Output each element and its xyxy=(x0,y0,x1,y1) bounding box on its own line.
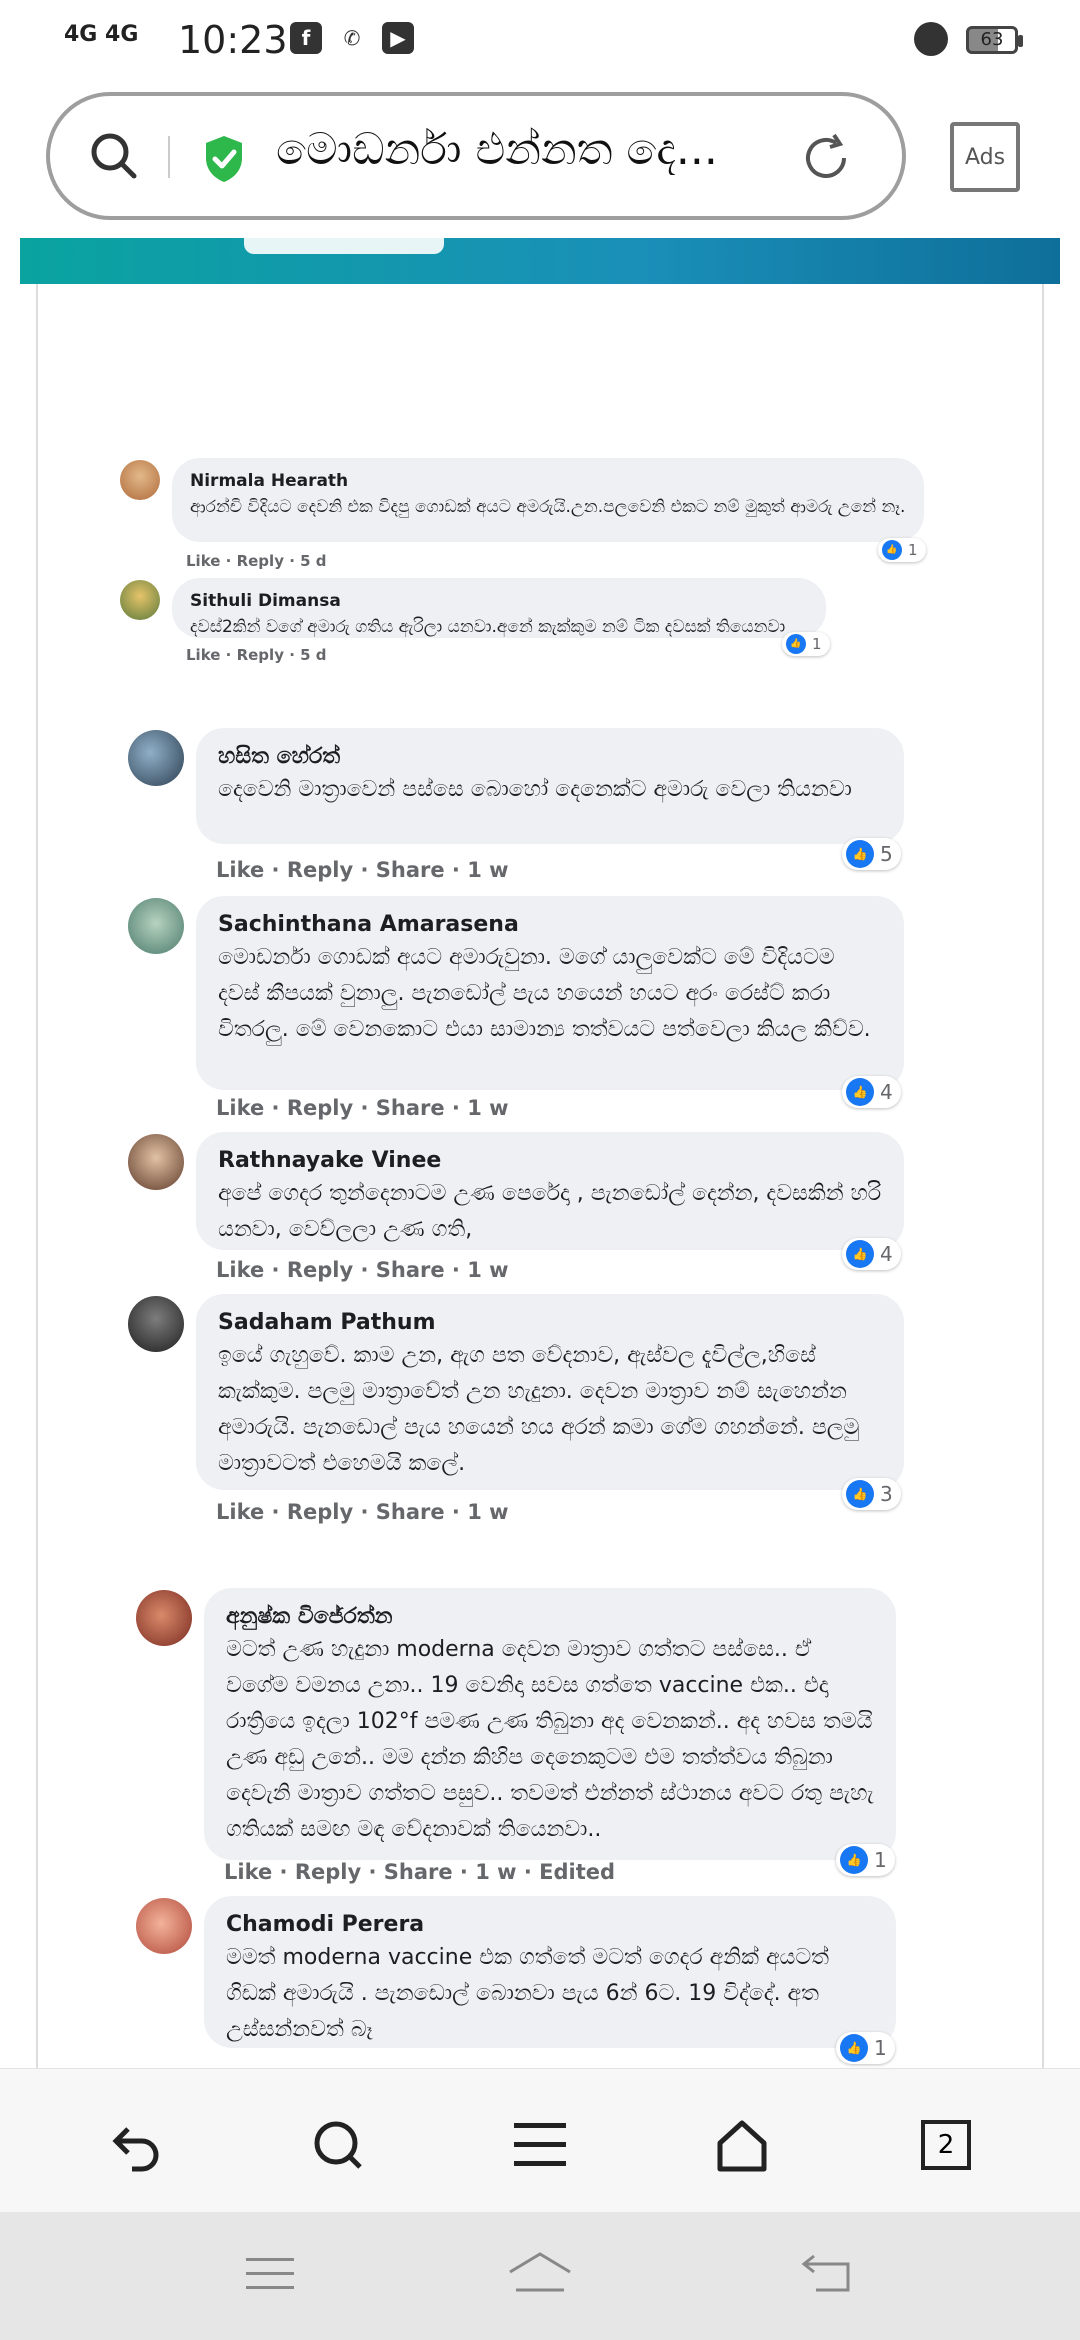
like-reaction-icon xyxy=(786,634,806,654)
comment-author[interactable]: Rathnayake Vinee xyxy=(218,1146,882,1176)
ads-button[interactable]: Ads xyxy=(950,122,1020,192)
search-button[interactable] xyxy=(306,2113,370,2177)
reaction-count[interactable]: 4 xyxy=(842,1238,901,1270)
comment-text: අපේ ගෙදර තුන්දෙනාටම උණ පෙරේදා , පැනඩෝල් … xyxy=(218,1181,882,1242)
comment-text: මටත් උණ හැදුනා moderna දෙවන මාත්‍රාව ගත්… xyxy=(226,1637,874,1842)
like-reaction-icon xyxy=(846,1480,874,1508)
address-divider xyxy=(168,136,170,178)
avatar[interactable] xyxy=(128,1296,184,1352)
comment-text: දෙවෙනි මාත්‍රාවෙන් පස්සෙ බොහෝ දෙනෙක්ට අම… xyxy=(218,777,852,802)
page-title[interactable]: මොඩර්නා එන්නත දෙ... xyxy=(276,124,796,175)
comment-bubble: Sithuli Dimansa දවස්2කින් වගේ අමාරු ගතිය… xyxy=(172,578,826,638)
tabs-button[interactable]: 2 xyxy=(914,2113,978,2177)
tab-count: 2 xyxy=(921,2120,971,2170)
avatar[interactable] xyxy=(120,580,160,620)
comment-actions[interactable]: Like · Reply · Share · 1 w xyxy=(216,858,509,882)
avatar[interactable] xyxy=(120,460,160,500)
reaction-count[interactable]: 3 xyxy=(842,1478,901,1510)
avatar[interactable] xyxy=(128,1134,184,1190)
comment-bubble: Sadaham Pathum ඉයේ ගැහුවේ. කාම උන, ඇග පත… xyxy=(196,1294,904,1490)
status-bar: 4G 4G 10:23 f ✆ ▶ 63 xyxy=(0,0,1080,82)
comment-author[interactable]: Sadaham Pathum xyxy=(218,1308,882,1338)
network-indicator: 4G 4G xyxy=(64,22,139,47)
comment-author[interactable]: හසිත හේරත් xyxy=(218,742,882,772)
like-reaction-icon xyxy=(840,1846,868,1874)
system-navigation xyxy=(0,2212,1080,2340)
home-button[interactable] xyxy=(710,2113,774,2177)
comment-actions[interactable]: Like · Reply · Share · 1 w xyxy=(216,1258,509,1282)
avatar[interactable] xyxy=(136,1898,192,1954)
comment-text: මමත් moderna vaccine එක ගත්තේ මටත් ගෙදර … xyxy=(226,1945,830,2042)
menu-icon xyxy=(514,2123,566,2166)
phone-icon: ✆ xyxy=(343,26,361,50)
banner-tab xyxy=(244,238,444,254)
comment-author[interactable]: Nirmala Hearath xyxy=(190,468,906,494)
comment-actions[interactable]: Like · Reply · Share · 1 w xyxy=(216,1500,509,1524)
reaction-count[interactable]: 1 xyxy=(782,632,830,656)
clock: 10:23 xyxy=(178,18,288,62)
back-button[interactable] xyxy=(102,2113,166,2177)
comment-author[interactable]: අනුෂ්ක විජේරත්න xyxy=(226,1602,874,1632)
comment-bubble: Nirmala Hearath ආරන්චි විදියට දෙවනි එක ව… xyxy=(172,458,924,542)
recent-apps-icon[interactable] xyxy=(242,2250,298,2298)
avatar[interactable] xyxy=(128,898,184,954)
menu-button[interactable] xyxy=(508,2113,572,2177)
search-icon[interactable] xyxy=(88,130,140,182)
comment-text: ඉයේ ගැහුවේ. කාම උන, ඇග පත වේදනාව, ඇස්වල … xyxy=(218,1343,860,1476)
comment-text: මොඩර්නා ගොඩක් අයට අමාරුවුනා. මගේ යාලුවෙක… xyxy=(218,945,871,1042)
system-back-icon[interactable] xyxy=(796,2250,852,2298)
comment-text: ආරන්චි විදියට දෙවනි එක විදපු ගොඩක් අයට අ… xyxy=(190,497,906,517)
like-reaction-icon xyxy=(846,1240,874,1268)
browser-toolbar: 2 xyxy=(0,2068,1080,2212)
like-reaction-icon xyxy=(846,840,874,868)
comment-bubble: හසිත හේරත් දෙවෙනි මාත්‍රාවෙන් පස්සෙ බොහෝ… xyxy=(196,728,904,844)
comment-bubble: අනුෂ්ක විජේරත්න මටත් උණ හැදුනා moderna ද… xyxy=(204,1588,896,1860)
reaction-count[interactable]: 1 xyxy=(836,2032,895,2064)
alarm-icon xyxy=(914,22,948,56)
notification-icons: f ✆ ▶ xyxy=(290,22,414,54)
reaction-count[interactable]: 5 xyxy=(842,838,901,870)
battery-indicator: 63 xyxy=(966,26,1023,54)
comment-actions[interactable]: Like · Reply · Share · 1 w · Edited xyxy=(224,1860,615,1884)
header-banner xyxy=(20,238,1060,284)
reload-icon[interactable] xyxy=(798,130,854,186)
reaction-count[interactable]: 1 xyxy=(878,538,926,562)
secure-shield-icon xyxy=(206,136,242,182)
reaction-count[interactable]: 1 xyxy=(836,1844,895,1876)
back-arrow-icon xyxy=(112,2127,159,2172)
web-content: Nirmala Hearath ආරන්චි විදියට දෙවනි එක ව… xyxy=(0,238,1080,2068)
comment-author[interactable]: Sithuli Dimansa xyxy=(190,588,808,614)
address-bar[interactable]: මොඩර්නා එන්නත දෙ... xyxy=(46,92,906,220)
comment-author[interactable]: Sachinthana Amarasena xyxy=(218,910,882,940)
comment-author[interactable]: Chamodi Perera xyxy=(226,1910,874,1940)
youtube-icon: ▶ xyxy=(382,22,414,54)
like-reaction-icon xyxy=(846,1078,874,1106)
comment-actions[interactable]: Like · Reply · 5 d xyxy=(186,646,327,664)
system-home-icon[interactable] xyxy=(506,2250,574,2298)
avatar[interactable] xyxy=(128,730,184,786)
like-reaction-icon xyxy=(840,2034,868,2062)
reaction-count[interactable]: 4 xyxy=(842,1076,901,1108)
comment-text: දවස්2කින් වගේ අමාරු ගතිය ඇරිලා යනවා.අනේ … xyxy=(190,617,786,637)
comment-bubble: Sachinthana Amarasena මොඩර්නා ගොඩක් අයට … xyxy=(196,896,904,1090)
comment-actions[interactable]: Like · Reply · 5 d xyxy=(186,552,327,570)
comment-actions[interactable]: Like · Reply · Share · 1 w xyxy=(216,1096,509,1120)
like-reaction-icon xyxy=(882,540,902,560)
home-icon xyxy=(717,2120,767,2172)
avatar[interactable] xyxy=(136,1590,192,1646)
comment-bubble: Rathnayake Vinee අපේ ගෙදර තුන්දෙනාටම උණ … xyxy=(196,1132,904,1250)
search-icon xyxy=(314,2121,362,2169)
comment-bubble: Chamodi Perera මමත් moderna vaccine එක ග… xyxy=(204,1896,896,2048)
facebook-icon: f xyxy=(290,22,322,54)
